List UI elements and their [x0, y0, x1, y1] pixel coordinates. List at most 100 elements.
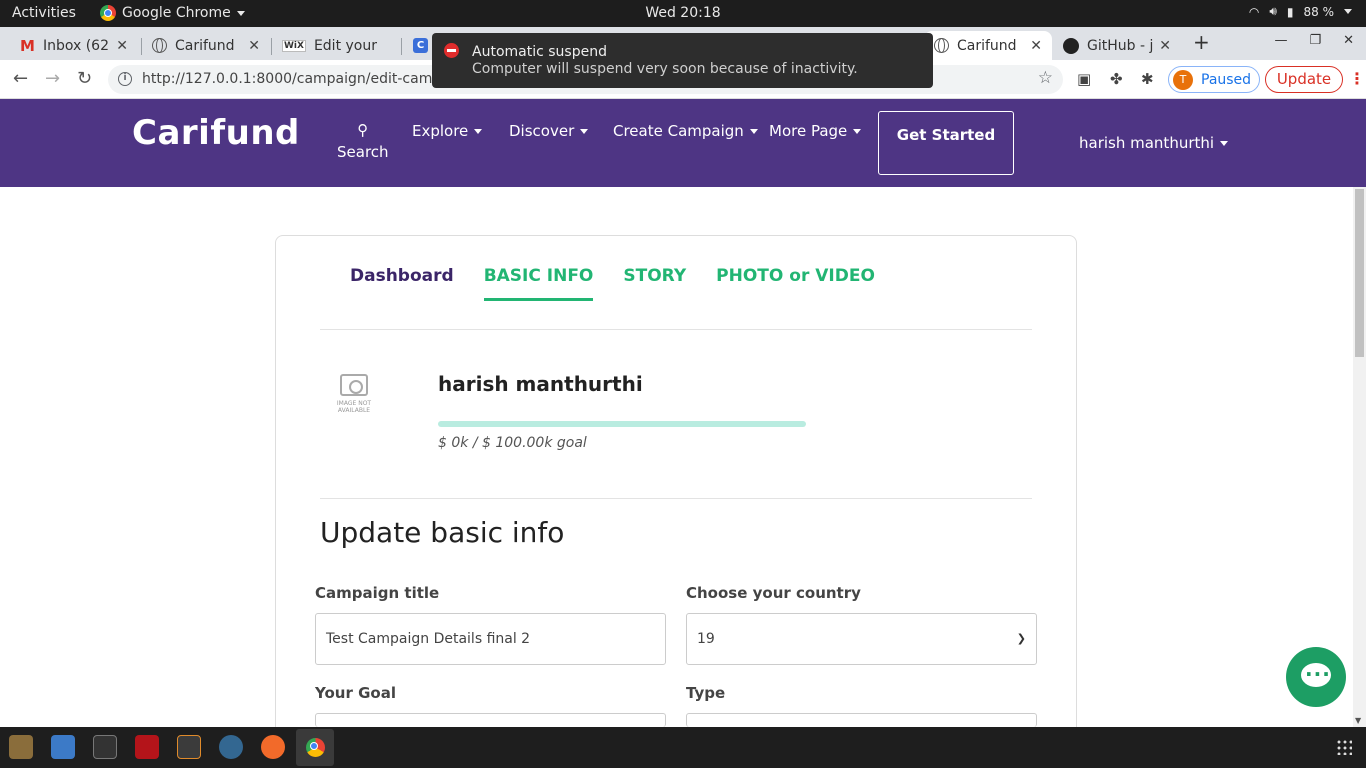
- tab-basic-info[interactable]: BASIC INFO: [483, 266, 594, 301]
- system-status-area[interactable]: ◠ 🔊︎ ▮ 88 %: [1249, 4, 1352, 19]
- campaign-title-label: Campaign title: [315, 584, 440, 602]
- terminal-icon[interactable]: [93, 735, 117, 759]
- profile-button[interactable]: T Paused: [1168, 66, 1260, 93]
- warning-icon: [444, 43, 459, 58]
- type-label: Type: [686, 684, 726, 702]
- tab-dashboard[interactable]: Dashboard: [350, 266, 454, 301]
- camera-icon: [340, 374, 368, 396]
- goal-progress-bar: [438, 421, 806, 427]
- chrome-icon: [306, 738, 325, 757]
- github-icon: [1063, 37, 1079, 54]
- image-placeholder-text: IMAGE NOT AVAILABLE: [336, 400, 372, 414]
- close-icon[interactable]: ✕: [116, 38, 128, 54]
- app-menu[interactable]: Google Chrome: [100, 5, 245, 21]
- page-scrollbar[interactable]: ▼: [1353, 187, 1366, 727]
- tab-inbox[interactable]: M Inbox (62 ✕: [10, 31, 138, 60]
- chevron-down-icon: [1344, 9, 1352, 14]
- country-value: 19: [697, 631, 715, 647]
- tab-title: Edit your: [313, 37, 377, 54]
- profile-status: Paused: [1201, 71, 1252, 88]
- system-top-bar: Activities Google Chrome Wed 20:18 ◠ 🔊︎ …: [0, 0, 1366, 27]
- back-icon[interactable]: ←: [13, 68, 28, 89]
- activities-button[interactable]: Activities: [12, 5, 76, 21]
- pgadmin-icon[interactable]: [219, 735, 243, 759]
- nav-more-page-label: More Page: [769, 122, 848, 140]
- text-editor-icon[interactable]: [51, 735, 75, 759]
- nav-search[interactable]: ⚲ Search: [337, 121, 389, 161]
- chevron-down-icon: [474, 128, 483, 134]
- chevron-down-icon: ❯: [1016, 632, 1026, 645]
- nav-explore-label: Explore: [412, 122, 469, 140]
- minimize-icon[interactable]: —: [1274, 33, 1287, 48]
- close-window-icon[interactable]: ✕: [1343, 33, 1354, 48]
- country-select[interactable]: 19 ❯: [686, 613, 1037, 665]
- tab-c[interactable]: C: [403, 31, 433, 60]
- info-icon[interactable]: i: [118, 72, 132, 86]
- notification-body: Computer will suspend very soon because …: [472, 61, 858, 77]
- url-text[interactable]: http://127.0.0.1:8000/campaign/edit-camp…: [142, 71, 471, 87]
- cast-icon[interactable]: ▣: [1077, 70, 1091, 88]
- filezilla-icon[interactable]: [135, 735, 159, 759]
- tab-title: GitHub - j: [1087, 37, 1154, 54]
- show-applications-icon[interactable]: [1336, 739, 1352, 755]
- goal-text: $ 0k / $ 100.00k goal: [438, 435, 587, 451]
- nav-discover-label: Discover: [509, 122, 575, 140]
- postman-icon[interactable]: [261, 735, 285, 759]
- update-button[interactable]: Update: [1265, 66, 1343, 93]
- tab-edit-your[interactable]: WiX Edit your: [272, 31, 400, 60]
- menu-kebab-icon[interactable]: ⋮: [1349, 69, 1365, 88]
- user-menu[interactable]: harish manthurthi: [1079, 134, 1229, 152]
- tab-photo-video[interactable]: PHOTO or VIDEO: [716, 266, 875, 301]
- suspend-notification[interactable]: Automatic suspend Computer will suspend …: [432, 33, 933, 88]
- tab-carifund[interactable]: Carifund ✕: [142, 31, 270, 60]
- nav-discover[interactable]: Discover: [509, 122, 589, 140]
- tab-github[interactable]: GitHub - j ✕: [1053, 31, 1181, 60]
- site-logo[interactable]: Carifund: [132, 113, 300, 153]
- get-started-button[interactable]: Get Started: [878, 111, 1014, 175]
- avatar: T: [1173, 69, 1193, 90]
- tab-story[interactable]: STORY: [623, 266, 686, 301]
- goal-label: Your Goal: [315, 684, 396, 702]
- wix-icon: WiX: [282, 39, 306, 52]
- campaign-image-placeholder: IMAGE NOT AVAILABLE: [328, 374, 380, 414]
- volume-icon: 🔊︎: [1269, 4, 1277, 18]
- files-cabinet-icon[interactable]: [9, 735, 33, 759]
- campaign-card: Dashboard BASIC INFO STORY PHOTO or VIDE…: [275, 235, 1077, 755]
- form-title: Update basic info: [320, 516, 565, 549]
- close-icon[interactable]: ✕: [1030, 38, 1042, 54]
- new-tab-button[interactable]: +: [1193, 30, 1210, 54]
- wifi-icon: ◠: [1248, 4, 1260, 19]
- chevron-down-icon: [580, 128, 589, 134]
- dock: [0, 727, 1366, 768]
- scrollbar-thumb[interactable]: [1355, 189, 1364, 357]
- close-icon[interactable]: ✕: [1159, 38, 1171, 54]
- nav-create-campaign-label: Create Campaign: [613, 122, 744, 140]
- reload-icon[interactable]: ↻: [77, 68, 92, 89]
- battery-icon: ▮: [1286, 4, 1294, 19]
- divider: [320, 498, 1032, 499]
- nav-search-label: Search: [337, 143, 389, 161]
- tab-carifund-active[interactable]: Carifund ✕: [924, 31, 1052, 60]
- forward-icon[interactable]: →: [45, 68, 60, 89]
- close-icon[interactable]: ✕: [248, 38, 260, 54]
- goal-input[interactable]: [315, 713, 666, 727]
- user-name: harish manthurthi: [1079, 134, 1215, 152]
- chevron-down-icon: [749, 128, 758, 134]
- nav-more-page[interactable]: More Page: [769, 122, 862, 140]
- campaign-title-input[interactable]: Test Campaign Details final 2: [315, 613, 666, 665]
- extension-paw-icon[interactable]: ✤: [1110, 70, 1123, 88]
- clock[interactable]: Wed 20:18: [645, 5, 720, 21]
- window-controls: — ❐ ✕: [1274, 33, 1354, 48]
- extensions-puzzle-icon[interactable]: ✱: [1141, 70, 1154, 88]
- campaign-owner: harish manthurthi: [438, 372, 643, 396]
- nav-create-campaign[interactable]: Create Campaign: [613, 122, 758, 140]
- chat-widget-button[interactable]: [1286, 647, 1346, 707]
- sublime-text-icon[interactable]: [177, 735, 201, 759]
- restore-icon[interactable]: ❐: [1309, 33, 1321, 48]
- scroll-down-arrow-icon[interactable]: ▼: [1355, 716, 1361, 725]
- nav-explore[interactable]: Explore: [412, 122, 483, 140]
- globe-icon: [152, 38, 167, 53]
- type-select[interactable]: [686, 713, 1037, 727]
- chrome-dock-item[interactable]: [296, 729, 334, 766]
- bookmark-star-icon[interactable]: ☆: [1038, 68, 1053, 88]
